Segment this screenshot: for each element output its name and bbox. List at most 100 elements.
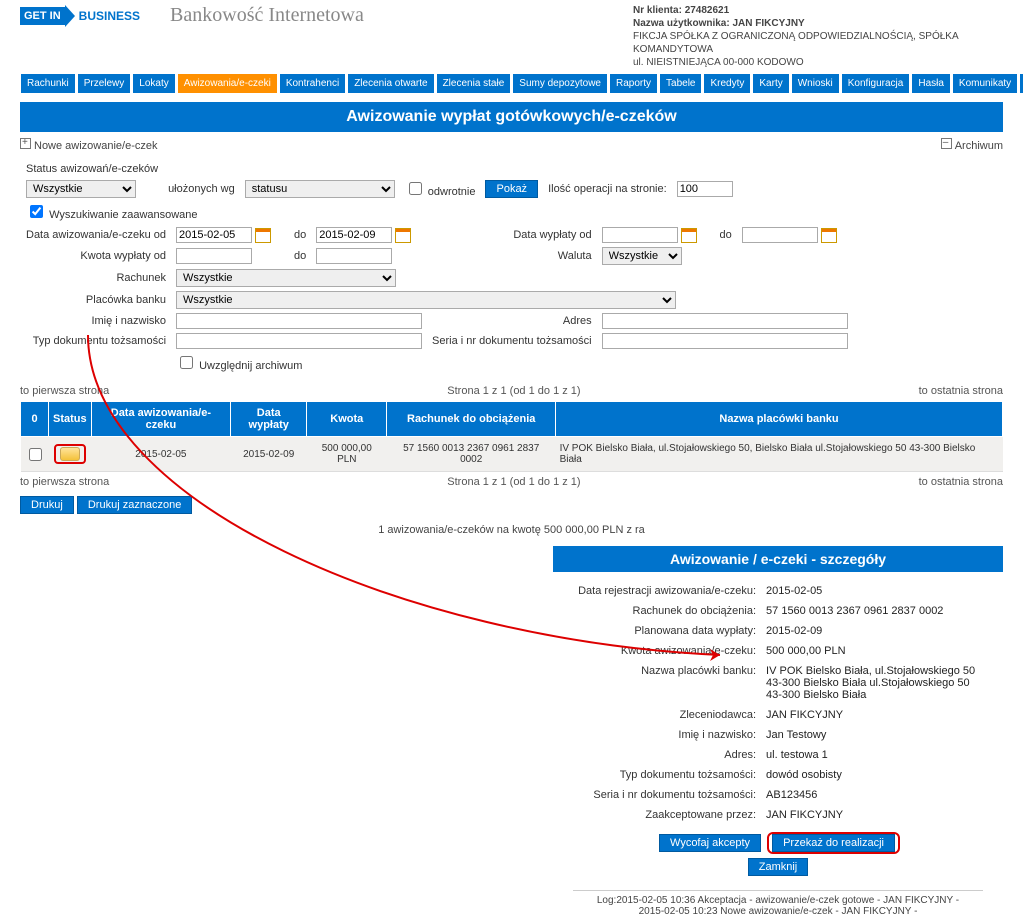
client-info: Nr klienta: 27482621 Nazwa użytkownika: … — [633, 4, 1003, 69]
address-label: Adres — [428, 312, 596, 330]
menu-item-konfiguracja[interactable]: Konfiguracja — [841, 73, 911, 94]
per-page-label: Ilość operacji na stronie: — [544, 178, 671, 199]
details-value: JAN FIKCYJNY — [762, 806, 991, 824]
col-header[interactable]: Rachunek do obciążenia — [387, 402, 556, 437]
menu-item-awizowania-e-czeki[interactable]: Awizowania/e-czeki — [177, 73, 278, 94]
col-header[interactable]: Kwota — [307, 402, 387, 437]
menu-item-kontrahenci[interactable]: Kontrahenci — [279, 73, 346, 94]
sort-select[interactable]: statusu — [245, 180, 395, 198]
status-select[interactable]: Wszystkie — [26, 180, 136, 198]
row-checkbox[interactable] — [29, 448, 42, 461]
show-button[interactable]: Pokaż — [485, 180, 538, 198]
col-header[interactable]: Data wypłaty — [231, 402, 307, 437]
calendar-icon[interactable] — [255, 228, 271, 243]
pager-last-2: to ostatnia strona — [919, 476, 1003, 488]
menu-item-lokaty[interactable]: Lokaty — [132, 73, 175, 94]
details-key: Imię i nazwisko: — [565, 726, 760, 744]
table-row[interactable]: 2015-02-05 2015-02-09 500 000,00 PLN 57 … — [21, 437, 1003, 472]
pager-first: to pierwsza strona — [20, 385, 109, 397]
menu-item-wnioski[interactable]: Wnioski — [791, 73, 840, 94]
status-badge[interactable] — [54, 444, 86, 464]
to-label: do — [288, 226, 310, 244]
menu-item-komunikaty[interactable]: Komunikaty — [952, 73, 1018, 94]
archive-link[interactable]: Archiwum — [941, 138, 1003, 152]
doc-no-input[interactable] — [602, 333, 848, 349]
menu-item-raporty[interactable]: Raporty — [609, 73, 658, 94]
logo-getin: GET IN BUSINESS — [20, 5, 140, 27]
menu-item-zlecenia-sta-e[interactable]: Zlecenia stałe — [436, 73, 512, 94]
forward-to-realization-button[interactable]: Przekaż do realizacji — [772, 834, 895, 852]
calendar-icon[interactable] — [681, 228, 697, 243]
branch-select[interactable]: Wszystkie — [176, 291, 676, 309]
cell-amount: 500 000,00 PLN — [307, 437, 387, 472]
main-menu: RachunkiPrzelewyLokatyAwizowania/e-czeki… — [0, 73, 1023, 94]
date-av-to-input[interactable] — [316, 227, 392, 243]
doc-type-label: Typ dokumentu tożsamości — [22, 332, 170, 350]
menu-item-karty[interactable]: Karty — [752, 73, 789, 94]
col-header[interactable]: 0 — [21, 402, 49, 437]
date-av-from-input[interactable] — [176, 227, 252, 243]
menu-item-has-a[interactable]: Hasła — [911, 73, 951, 94]
chevron-right-icon — [65, 5, 75, 27]
branch-label: Placówka banku — [22, 290, 170, 310]
reverse-checkbox[interactable] — [409, 182, 422, 195]
minus-icon — [941, 138, 952, 149]
page-title: Awizowanie wypłat gotówkowych/e-czeków — [20, 102, 1003, 132]
menu-item-zlecenia-otwarte[interactable]: Zlecenia otwarte — [347, 73, 434, 94]
date-pay-from-input[interactable] — [602, 227, 678, 243]
address-input[interactable] — [602, 313, 848, 329]
account-select[interactable]: Wszystkie — [176, 269, 396, 287]
menu-item-tabele[interactable]: Tabele — [659, 73, 702, 94]
menu-item-zmie-klienta[interactable]: Zmień klienta — [1019, 73, 1023, 94]
details-value: AB123456 — [762, 786, 991, 804]
details-value: 57 1560 0013 2367 0961 2837 0002 — [762, 602, 991, 620]
details-key: Rachunek do obciążenia: — [565, 602, 760, 620]
withdraw-accepts-button[interactable]: Wycofaj akcepty — [659, 834, 761, 852]
details-value: 2015-02-09 — [762, 622, 991, 640]
amount-to-input[interactable] — [316, 248, 392, 264]
menu-item-sumy-depozytowe[interactable]: Sumy depozytowe — [512, 73, 608, 94]
print-button[interactable]: Drukuj — [20, 496, 74, 514]
close-button[interactable]: Zamknij — [748, 858, 809, 876]
to-label-3: do — [288, 246, 310, 266]
summary-line: 1 awizowania/e-czeków na kwotę 500 000,0… — [0, 518, 1023, 546]
details-value: ul. testowa 1 — [762, 746, 991, 764]
calendar-icon[interactable] — [395, 228, 411, 243]
details-key: Planowana data wypłaty: — [565, 622, 760, 640]
pager-mid: Strona 1 z 1 (od 1 do 1 z 1) — [447, 385, 580, 397]
details-key: Zleceniodawca: — [565, 706, 760, 724]
menu-item-rachunki[interactable]: Rachunki — [20, 73, 76, 94]
adv-search-checkbox[interactable] — [30, 205, 43, 218]
amount-from-input[interactable] — [176, 248, 252, 264]
doc-type-input[interactable] — [176, 333, 422, 349]
col-header[interactable]: Status — [49, 402, 92, 437]
per-page-input[interactable] — [677, 181, 733, 197]
cell-account: 57 1560 0013 2367 0961 2837 0002 — [387, 437, 556, 472]
include-archive-label: Uwzględnij archiwum — [199, 360, 302, 372]
menu-item-kredyty[interactable]: Kredyty — [703, 73, 751, 94]
cell-date-pay: 2015-02-09 — [231, 437, 307, 472]
details-value: 2015-02-05 — [762, 582, 991, 600]
details-value: IV POK Bielsko Biała, ul.Stojałowskiego … — [762, 662, 991, 704]
col-header[interactable]: Data awizowania/e-czeku — [91, 402, 231, 437]
details-log: Log:2015-02-05 10:36 Akceptacja - awizow… — [573, 890, 983, 917]
date-av-label: Data awizowania/e-czeku od — [22, 226, 170, 244]
include-archive-checkbox[interactable] — [180, 356, 193, 369]
logo-bank-text: Bankowość Internetowa — [170, 4, 364, 27]
pager-mid-2: Strona 1 z 1 (od 1 do 1 z 1) — [447, 476, 580, 488]
status-icon — [60, 447, 80, 461]
name-input[interactable] — [176, 313, 422, 329]
col-header[interactable]: Nazwa placówki banku — [556, 402, 1003, 437]
logo-getin-text1: GET IN — [20, 7, 65, 25]
date-pay-to-input[interactable] — [742, 227, 818, 243]
details-panel: Awizowanie / e-czeki - szczegóły Data re… — [553, 546, 1003, 923]
new-avisation-link[interactable]: Nowe awizowanie/e-czek — [20, 138, 158, 152]
print-selected-button[interactable]: Drukuj zaznaczone — [77, 496, 193, 514]
currency-select[interactable]: Wszystkie — [602, 247, 682, 265]
cell-date-av: 2015-02-05 — [91, 437, 231, 472]
pager-first-2: to pierwsza strona — [20, 476, 109, 488]
menu-item-przelewy[interactable]: Przelewy — [77, 73, 132, 94]
details-value: JAN FIKCYJNY — [762, 706, 991, 724]
details-key: Seria i nr dokumentu tożsamości: — [565, 786, 760, 804]
calendar-icon[interactable] — [821, 228, 837, 243]
